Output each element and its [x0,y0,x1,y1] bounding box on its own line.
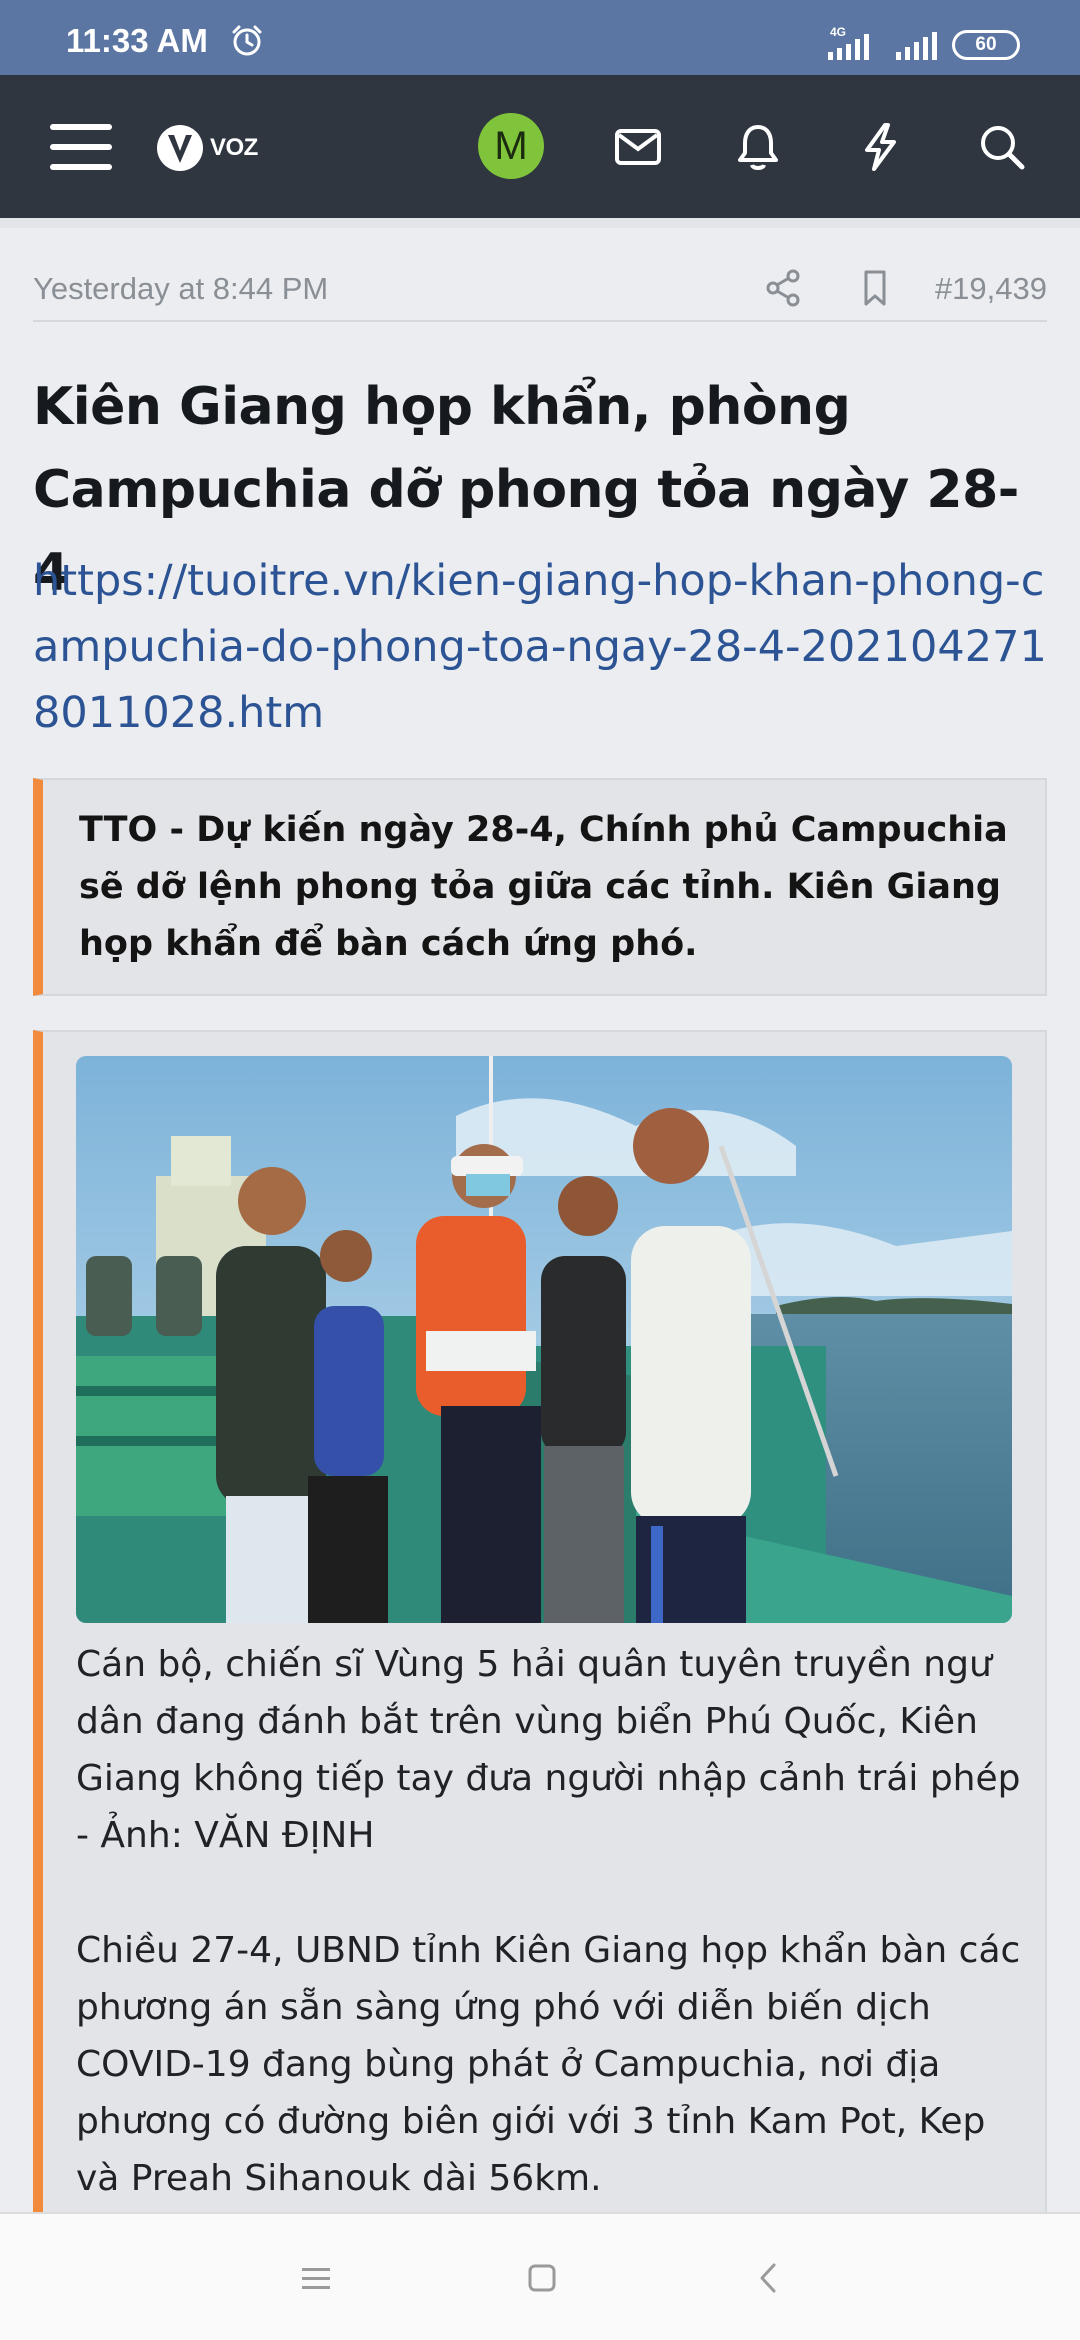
recents-icon [302,2268,330,2289]
meta-divider [33,320,1047,322]
boat-scene-image [76,1056,1012,1623]
article-photo[interactable] [76,1056,1012,1623]
article-paragraph: Chiều 27-4, UBND tỉnh Kiên Giang họp khẩ… [76,1930,1021,2199]
alarm-icon [232,25,262,56]
share-icon[interactable] [763,268,803,308]
post-edge [0,218,1080,228]
home-icon [528,2264,556,2292]
bookmark-icon[interactable] [855,268,895,308]
photo-caption: Cán bộ, chiến sĩ Vùng 5 hải quân tuyên t… [76,1644,1021,1856]
mail-icon [615,128,661,165]
avatar[interactable]: M [478,113,544,179]
post-date[interactable]: Yesterday at 8:44 PM [33,268,328,310]
lead-text: TTO - Dự kiến ngày 28-4, Chính phủ Campu… [79,810,1008,964]
recents-button[interactable] [288,2250,344,2306]
menu-button[interactable] [36,75,126,218]
inbox-button[interactable] [598,75,678,218]
search-button[interactable] [962,75,1042,218]
battery-icon: 60 [952,30,1020,60]
whats-new-button[interactable] [840,75,920,218]
app-header: VOZ M [0,75,1080,218]
signal-icon [896,32,937,60]
back-button[interactable] [740,2250,796,2306]
status-time: 11:33 AM [66,22,208,59]
article-link[interactable]: https://tuoitre.vn/kien-giang-hop-khan-p… [33,548,1047,746]
site-logo[interactable]: VOZ [156,120,258,176]
system-nav-bar [0,2212,1080,2340]
post-meta: Yesterday at 8:44 PM #19,439 [33,268,1047,322]
home-button[interactable] [514,2250,570,2306]
logo-text: VOZ [210,134,258,161]
search-icon [981,125,1025,169]
alerts-button[interactable] [718,75,798,218]
signal-4g-icon: 4G [828,25,869,60]
voz-logo-icon [157,125,203,171]
back-icon [760,2263,776,2293]
menu-icon [50,123,112,170]
lead-quote: TTO - Dự kiến ngày 28-4, Chính phủ Campu… [33,778,1047,996]
bell-icon [738,124,778,170]
network-label: 4G [830,25,846,39]
status-bar: 11:33 AM 4G 60 [0,0,1080,75]
bolt-icon [865,122,896,171]
post-number[interactable]: #19,439 [935,268,1047,310]
